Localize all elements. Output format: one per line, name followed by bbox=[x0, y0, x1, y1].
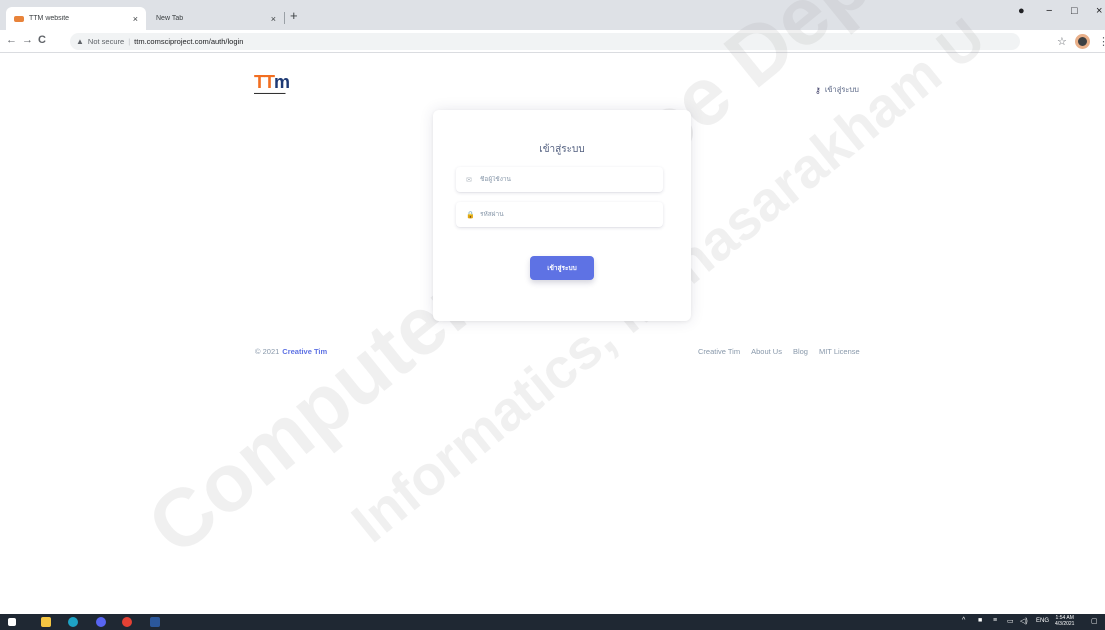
new-tab-button[interactable]: + bbox=[290, 8, 298, 23]
minimize-button[interactable]: − bbox=[1046, 5, 1052, 17]
tab-new-tab[interactable]: New Tab × bbox=[148, 7, 284, 30]
tab-close-icon[interactable]: × bbox=[133, 14, 138, 24]
logo-letters-blue: m bbox=[274, 72, 290, 92]
nav-login-link[interactable]: ⚷ เข้าสู่ระบบ bbox=[815, 84, 859, 96]
creative-tim-link[interactable]: Creative Tim bbox=[282, 347, 327, 356]
taskbar-clock[interactable]: 1:54 AM 4/3/2021 bbox=[1055, 615, 1074, 627]
lock-icon: 🔒 bbox=[466, 211, 475, 219]
tab-title: TTM website bbox=[29, 15, 70, 22]
browser-tab-bar: TTM website × New Tab × + ● − □ × bbox=[0, 0, 1105, 30]
maximize-button[interactable]: □ bbox=[1071, 5, 1078, 17]
network-icon[interactable]: ≡ bbox=[993, 617, 997, 624]
tab-divider bbox=[284, 12, 285, 24]
profile-dot-icon[interactable]: ● bbox=[1018, 5, 1025, 17]
logo-letters-orange: TT bbox=[254, 72, 275, 92]
footer-link-creative-tim[interactable]: Creative Tim bbox=[698, 347, 740, 356]
nav-login-label: เข้าสู่ระบบ bbox=[824, 85, 859, 94]
login-button[interactable]: เข้าสู่ระบบ bbox=[530, 256, 594, 280]
copyright: © 2021 Creative Tim bbox=[255, 347, 327, 356]
bookmark-star-icon[interactable]: ☆ bbox=[1057, 35, 1067, 48]
footer-link-blog[interactable]: Blog bbox=[793, 347, 808, 356]
profile-avatar[interactable] bbox=[1075, 34, 1090, 49]
tab-title: New Tab bbox=[156, 15, 184, 22]
address-divider: | bbox=[128, 37, 131, 46]
ttm-logo[interactable]: TTm ▬▬▬▬▬▬▬▬▬ bbox=[254, 72, 314, 98]
tray-app-icon[interactable]: ■ bbox=[978, 617, 982, 624]
volume-icon[interactable]: ◁) bbox=[1020, 617, 1028, 625]
password-field[interactable]: 🔒 bbox=[456, 202, 663, 227]
password-input[interactable] bbox=[480, 211, 650, 218]
login-card: เข้าสู่ระบบ ✉ 🔒 เข้าสู่ระบบ bbox=[433, 110, 691, 321]
login-title: เข้าสู่ระบบ bbox=[539, 144, 585, 155]
security-label: Not secure bbox=[87, 37, 125, 46]
logo-tagline-graphic: ▬▬▬▬▬▬▬▬▬ bbox=[254, 91, 286, 95]
edge-icon[interactable] bbox=[68, 617, 78, 627]
chrome-icon[interactable] bbox=[122, 617, 132, 627]
battery-icon[interactable]: ▭ bbox=[1007, 617, 1014, 625]
address-bar[interactable]: ▲ Not secure | ttm.comsciproject.com/aut… bbox=[70, 33, 1020, 50]
tab-close-icon[interactable]: × bbox=[271, 14, 276, 24]
browser-menu-icon[interactable]: ⋮ bbox=[1098, 35, 1105, 48]
word-icon[interactable] bbox=[150, 617, 160, 627]
forward-button[interactable]: → bbox=[22, 34, 33, 46]
reload-button[interactable]: C bbox=[38, 34, 46, 46]
warning-icon: ▲ bbox=[76, 37, 84, 46]
tab-ttm-website[interactable]: TTM website × bbox=[6, 7, 146, 30]
clock-date: 4/3/2021 bbox=[1055, 621, 1075, 627]
back-button[interactable]: ← bbox=[6, 34, 17, 46]
discord-icon[interactable] bbox=[96, 617, 106, 627]
copyright-text: © 2021 bbox=[255, 347, 280, 356]
notification-icon[interactable]: ▢ bbox=[1091, 617, 1098, 625]
logo-mark: TTm bbox=[254, 72, 314, 92]
windows-taskbar: ^ ■ ≡ ▭ ◁) ENG 1:54 AM 4/3/2021 ▢ bbox=[0, 614, 1105, 630]
footer-link-about-us[interactable]: About Us bbox=[751, 347, 782, 356]
username-input[interactable] bbox=[480, 176, 650, 183]
file-explorer-icon[interactable] bbox=[41, 617, 51, 627]
footer-link-mit-license[interactable]: MIT License bbox=[819, 347, 860, 356]
ttm-favicon-icon bbox=[14, 15, 24, 22]
close-window-button[interactable]: × bbox=[1096, 5, 1102, 17]
key-icon: ⚷ bbox=[815, 85, 821, 95]
browser-toolbar: ← → C ▲ Not secure | ttm.comsciproject.c… bbox=[0, 30, 1105, 53]
envelope-icon: ✉ bbox=[466, 176, 472, 184]
tray-chevron-icon[interactable]: ^ bbox=[962, 617, 965, 624]
username-field[interactable]: ✉ bbox=[456, 167, 663, 192]
url-text: ttm.comsciproject.com/auth/login bbox=[134, 37, 244, 46]
footer-links: Creative Tim About Us Blog MIT License bbox=[698, 347, 871, 356]
start-menu-icon[interactable] bbox=[8, 618, 16, 626]
language-indicator[interactable]: ENG bbox=[1036, 618, 1049, 624]
